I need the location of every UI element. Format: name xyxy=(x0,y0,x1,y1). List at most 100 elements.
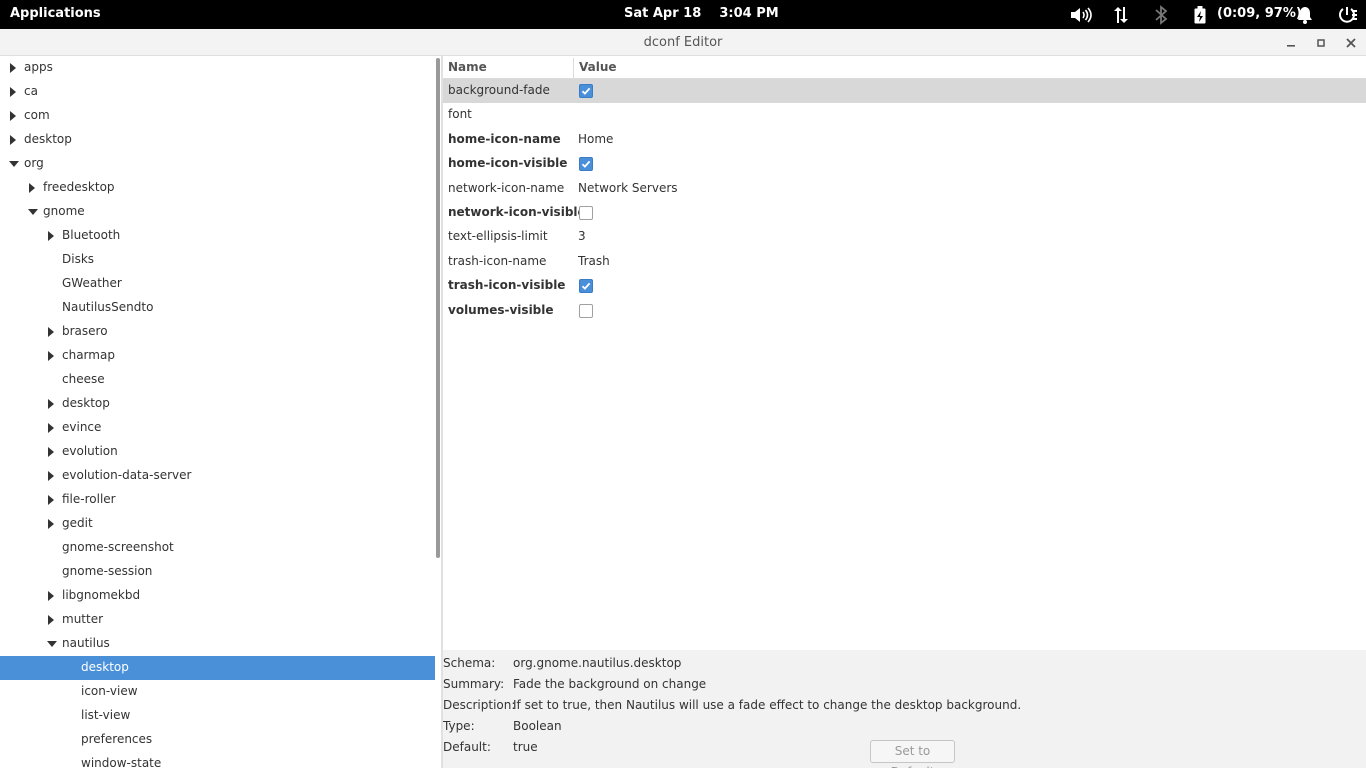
maximize-icon[interactable] xyxy=(1312,34,1330,52)
type-label: Type: xyxy=(443,719,475,733)
expander-expanded-icon[interactable] xyxy=(8,158,19,170)
system-menu-icon[interactable] xyxy=(1338,0,1358,29)
key-row[interactable]: background-fade xyxy=(443,79,1366,103)
expander-collapsed-icon[interactable] xyxy=(46,518,56,530)
tree-item-label: window-state xyxy=(81,756,162,768)
key-row[interactable]: network-icon-visible xyxy=(443,201,1366,225)
expander-collapsed-icon[interactable] xyxy=(8,134,18,146)
expander-collapsed-icon[interactable] xyxy=(46,230,56,242)
checkbox-checked[interactable] xyxy=(579,157,593,172)
checkbox-checked[interactable] xyxy=(579,84,593,98)
checkbox-checked[interactable] xyxy=(579,279,593,294)
tree-item[interactable]: preferences xyxy=(0,728,435,752)
tree-item[interactable]: freedesktop xyxy=(0,176,435,200)
tree-item[interactable]: com xyxy=(0,104,435,128)
column-header-name[interactable]: Name xyxy=(448,60,487,74)
column-header-value[interactable]: Value xyxy=(579,60,617,74)
key-row[interactable]: home-icon-name Home xyxy=(443,128,1366,152)
tree-item[interactable]: evolution xyxy=(0,440,435,464)
tree-item[interactable]: icon-view xyxy=(0,680,435,704)
expander-collapsed-icon[interactable] xyxy=(46,326,56,338)
key-value[interactable]: Network Servers xyxy=(578,181,678,195)
expander-collapsed-icon[interactable] xyxy=(46,350,56,362)
key-row[interactable]: trash-icon-visible xyxy=(443,274,1366,298)
tree-item[interactable]: evince xyxy=(0,416,435,440)
bluetooth-icon[interactable] xyxy=(1154,0,1168,29)
tree-item-label: gnome-screenshot xyxy=(62,540,174,554)
tree-item-label: file-roller xyxy=(62,492,116,506)
minimize-icon[interactable] xyxy=(1282,34,1300,52)
checkbox-unchecked[interactable] xyxy=(579,303,593,318)
window-titlebar[interactable]: dconf Editor xyxy=(0,29,1366,56)
tree-item[interactable]: gedit xyxy=(0,512,435,536)
key-row[interactable]: network-icon-name Network Servers xyxy=(443,177,1366,201)
tree-item[interactable]: list-view xyxy=(0,704,435,728)
close-icon[interactable] xyxy=(1342,34,1360,52)
key-value[interactable]: 3 xyxy=(578,229,586,243)
tree-item[interactable]: nautilus xyxy=(0,632,435,656)
tree-item[interactable]: desktop xyxy=(0,392,435,416)
tree-item-label: nautilus xyxy=(62,636,110,650)
key-value[interactable]: Home xyxy=(578,132,613,146)
tree-item[interactable]: Disks xyxy=(0,248,435,272)
tree-item[interactable]: gnome-session xyxy=(0,560,435,584)
tree-item-label: NautilusSendto xyxy=(62,300,154,314)
tree-item[interactable]: gnome xyxy=(0,200,435,224)
expander-collapsed-icon[interactable] xyxy=(27,182,37,194)
notifications-icon[interactable] xyxy=(1296,0,1314,29)
tree-item[interactable]: brasero xyxy=(0,320,435,344)
key-row[interactable]: volumes-visible xyxy=(443,299,1366,323)
tree-item[interactable]: Bluetooth xyxy=(0,224,435,248)
key-row[interactable]: font xyxy=(443,103,1366,127)
tree-item[interactable]: window-state xyxy=(0,752,435,768)
key-value[interactable]: Trash xyxy=(578,254,610,268)
key-row[interactable]: trash-icon-name Trash xyxy=(443,250,1366,274)
network-icon[interactable] xyxy=(1112,0,1130,29)
battery-icon[interactable] xyxy=(1194,0,1206,29)
tree-item[interactable]: org xyxy=(0,152,435,176)
expander-collapsed-icon[interactable] xyxy=(46,446,56,458)
tree-item-label: Disks xyxy=(62,252,95,266)
clock[interactable]: Sat Apr 18 3:04 PM xyxy=(624,6,779,21)
expander-expanded-icon[interactable] xyxy=(46,638,57,650)
battery-status[interactable]: (0:09, 97%) xyxy=(1217,6,1302,21)
volume-icon[interactable] xyxy=(1070,0,1092,29)
tree-item[interactable]: gnome-screenshot xyxy=(0,536,435,560)
tree-item[interactable]: GWeather xyxy=(0,272,435,296)
tree-item[interactable]: file-roller xyxy=(0,488,435,512)
description-value: If set to true, then Nautilus will use a… xyxy=(513,698,1022,712)
expander-collapsed-icon[interactable] xyxy=(46,614,56,626)
tree-item-label: list-view xyxy=(81,708,131,722)
expander-collapsed-icon[interactable] xyxy=(46,422,56,434)
summary-label: Summary: xyxy=(443,677,505,691)
tree-item[interactable]: evolution-data-server xyxy=(0,464,435,488)
key-name: trash-icon-visible xyxy=(448,278,566,293)
checkbox-unchecked[interactable] xyxy=(579,206,593,220)
tree-item-label: GWeather xyxy=(62,276,122,290)
expander-expanded-icon[interactable] xyxy=(27,206,38,218)
expander-collapsed-icon[interactable] xyxy=(46,494,56,506)
tree-item[interactable]: libgnomekbd xyxy=(0,584,435,608)
applications-menu[interactable]: Applications xyxy=(10,6,101,21)
tree-item-label: gedit xyxy=(62,516,93,530)
tree-item[interactable]: NautilusSendto xyxy=(0,296,435,320)
set-to-default-button[interactable]: Set to Default xyxy=(870,740,955,768)
key-row[interactable]: text-ellipsis-limit 3 xyxy=(443,225,1366,249)
tree-item-label: mutter xyxy=(62,612,104,626)
tree-item[interactable]: charmap xyxy=(0,344,435,368)
tree-item[interactable]: desktop xyxy=(0,128,435,152)
tree-item[interactable]: mutter xyxy=(0,608,435,632)
tree-scrollbar[interactable] xyxy=(436,58,440,558)
tree-item[interactable]: apps xyxy=(0,56,435,80)
key-row[interactable]: home-icon-visible xyxy=(443,152,1366,176)
expander-collapsed-icon[interactable] xyxy=(46,398,56,410)
expander-collapsed-icon[interactable] xyxy=(46,590,56,602)
expander-collapsed-icon[interactable] xyxy=(46,470,56,482)
tree-item[interactable]: desktop xyxy=(0,656,435,680)
tree-item[interactable]: ca xyxy=(0,80,435,104)
expander-collapsed-icon[interactable] xyxy=(8,86,18,98)
expander-collapsed-icon[interactable] xyxy=(8,62,18,74)
expander-collapsed-icon[interactable] xyxy=(8,110,18,122)
tree-item[interactable]: cheese xyxy=(0,368,435,392)
schema-tree[interactable]: apps ca com desktop org freedesktop gnome Bluet… xyxy=(0,56,438,768)
